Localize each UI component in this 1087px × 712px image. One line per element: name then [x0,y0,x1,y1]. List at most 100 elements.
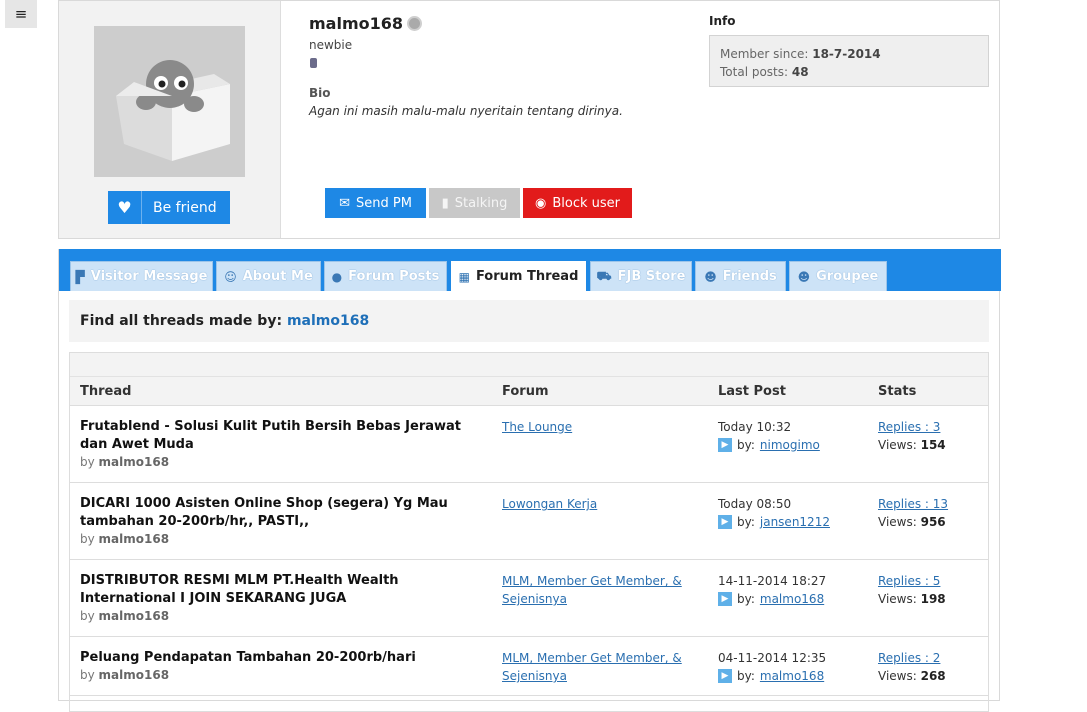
by-label: by [80,668,95,682]
find-username: malmo168 [286,313,370,329]
forum-cell: MLM, Member Get Member, & Sejenisnya [502,649,682,685]
cart-icon: ⛟ [596,268,612,283]
profile-tabs-panel: ▛ Visitor Message ☺ About Me ● Forum Pos… [58,249,1001,712]
tab-visitor-message[interactable]: ▛ Visitor Message [70,261,213,291]
last-post-user-link[interactable]: nimogimo [760,436,820,454]
author-name: malmo168 [98,455,170,469]
tab-groupee[interactable]: ☻ Groupee [789,261,887,291]
bookmark-icon: ▮ [441,195,449,211]
replies-link[interactable]: Replies : 3 [878,420,940,434]
header-thread: Thread [80,384,132,399]
header-last-post: Last Post [718,384,786,399]
stats-cell: Replies : 5 Views: 198 [878,572,988,608]
stats-cell: Replies : 2 Views: 268 [878,649,988,685]
author-name: malmo168 [98,532,170,546]
last-post-time: Today 10:32 [718,420,792,434]
last-post-time: Today 08:50 [718,497,792,511]
views-value: 198 [920,592,946,606]
friends-icon: ☻ [704,269,717,284]
find-threads-heading: Find all threads made by: malmo168 [69,300,989,342]
last-post-user-link[interactable]: malmo168 [760,590,824,608]
tab-label: Friends [722,269,777,284]
heart-icon: ♥ [108,191,142,224]
go-to-post-icon[interactable]: ▶ [718,515,732,529]
envelope-icon: ✉ [339,195,350,211]
visitor-message-icon: ▛ [75,269,85,284]
replies-link[interactable]: Replies : 2 [878,651,940,665]
forum-cell: MLM, Member Get Member, & Sejenisnya [502,572,682,608]
views-count: Views: 154 [878,436,988,454]
go-to-post-icon[interactable]: ▶ [718,669,732,683]
last-post-time: 04-11-2014 12:35 [718,651,827,665]
thread-cell: DISTRIBUTOR RESMI MLM PT.Health Wealth I… [80,572,485,624]
views-value: 956 [920,515,946,529]
thread-title[interactable]: Frutablend - Solusi Kulit Putih Bersih B… [80,418,485,454]
table-row: DISTRIBUTOR RESMI MLM PT.Health Wealth I… [70,560,988,637]
thread-title[interactable]: DICARI 1000 Asisten Online Shop (segera)… [80,495,485,531]
forum-thread-icon: ▦ [458,269,470,284]
views-label: Views: [878,515,917,529]
forum-link[interactable]: The Lounge [502,420,572,434]
last-post-user-link[interactable]: malmo168 [760,667,824,685]
by-label: by [80,455,95,469]
views-count: Views: 268 [878,667,988,685]
stats-cell: Replies : 3 Views: 154 [878,418,988,454]
tab-fjb-store[interactable]: ⛟ FJB Store [590,261,692,291]
tab-label: Visitor Message [90,269,208,284]
thread-author: by malmo168 [80,667,485,683]
tab-friends[interactable]: ☻ Friends [695,261,786,291]
info-box: Member since: 18-7-2014 Total posts: 48 [709,35,989,87]
table-row: Frutablend - Solusi Kulit Putih Bersih B… [70,406,988,483]
tab-about-me[interactable]: ☺ About Me [216,261,321,291]
tab-forum-thread[interactable]: ▦ Forum Thread [451,261,586,291]
last-post-by: ▶ by: malmo168 [718,590,868,608]
go-to-post-icon[interactable]: ▶ [718,438,732,452]
last-post-user-link[interactable]: jansen1212 [760,513,830,531]
send-pm-button[interactable]: ✉ Send PM [325,188,426,218]
default-avatar-icon [116,60,230,161]
tab-label: FJB Store [617,269,686,284]
last-post-by: ▶ by: jansen1212 [718,513,868,531]
tab-label: About Me [242,269,313,284]
tab-forum-posts[interactable]: ● Forum Posts [324,261,447,291]
hamburger-menu-icon: ≡ [14,5,28,23]
thread-author: by malmo168 [80,531,485,547]
groupee-icon: ☻ [797,269,811,284]
go-to-post-icon[interactable]: ▶ [718,592,732,606]
tab-label: Forum Thread [475,269,579,284]
last-post-by: ▶ by: malmo168 [718,667,868,685]
replies-link[interactable]: Replies : 5 [878,574,940,588]
block-user-button[interactable]: ◉ Block user [523,188,632,218]
forum-link[interactable]: MLM, Member Get Member, & Sejenisnya [502,574,682,606]
total-posts-value: 48 [791,65,809,79]
replies-link[interactable]: Replies : 13 [878,497,948,511]
send-pm-label: Send PM [355,195,412,211]
author-name: malmo168 [98,609,170,623]
thread-title[interactable]: Peluang Pendapatan Tambahan 20-200rb/har… [80,649,485,667]
stalking-button[interactable]: ▮ Stalking [429,188,520,218]
menu-button[interactable]: ≡ [5,0,37,28]
be-friend-button[interactable]: ♥ Be friend [108,191,230,224]
thread-title[interactable]: DISTRIBUTOR RESMI MLM PT.Health Wealth I… [80,572,485,608]
info-heading: Info [709,14,736,28]
threads-table: Thread Forum Last Post Stats Frutablend … [69,352,989,712]
views-label: Views: [878,669,917,683]
be-friend-label: Be friend [153,199,217,216]
last-post-cell: 04-11-2014 12:35 ▶ by: malmo168 [718,649,868,685]
by-label: by: [737,515,755,529]
last-post-time: 14-11-2014 18:27 [718,574,827,588]
views-count: Views: 956 [878,513,988,531]
views-count: Views: 198 [878,590,988,608]
tab-label: Forum Posts [348,269,440,284]
member-since-label: Member since: [720,47,809,61]
by-label: by [80,532,95,546]
member-since: Member since: 18-7-2014 [720,45,978,63]
table-header: Thread Forum Last Post Stats [70,377,988,406]
total-posts-label: Total posts: [720,65,789,79]
bio-text: Agan ini masih malu-malu nyeritain tenta… [309,104,623,118]
thread-author: by malmo168 [80,454,485,470]
forum-link[interactable]: MLM, Member Get Member, & Sejenisnya [502,651,682,683]
forum-link[interactable]: Lowongan Kerja [502,497,597,511]
stats-cell: Replies : 13 Views: 956 [878,495,988,531]
by-label: by: [737,669,755,683]
